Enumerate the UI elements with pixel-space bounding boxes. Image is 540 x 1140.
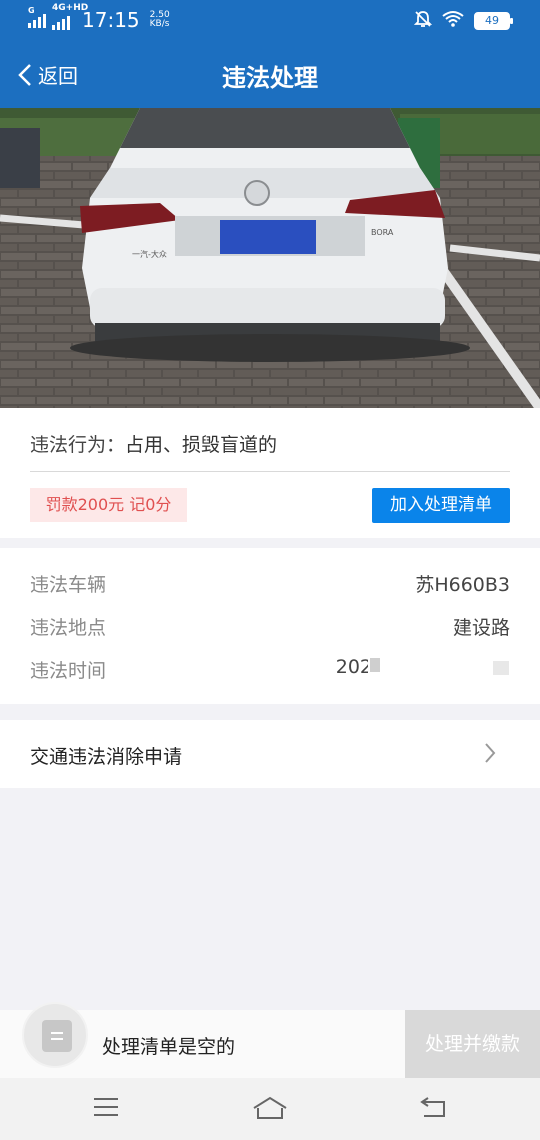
violation-behavior: 违法行为：占用、损毁盲道的 <box>30 434 278 456</box>
detail-row-vehicle: 违法车辆 苏H660B3 <box>30 574 510 596</box>
status-bar: G 4G+HD 17:15 2.50 KB/s 49 <box>0 0 540 40</box>
appeal-row[interactable]: 交通违法消除申请 <box>0 720 540 788</box>
cart-empty-text: 处理清单是空的 <box>102 1036 236 1058</box>
redaction-mark <box>493 661 509 675</box>
details-card: 违法车辆 苏H660B3 违法地点 建设路 违法时间 202 <box>0 548 540 704</box>
chevron-right-icon <box>485 743 496 763</box>
net-speed: 2.50 KB/s <box>149 10 170 29</box>
cart-bar: 处理清单是空的 处理并缴款 <box>0 1002 540 1078</box>
list-icon <box>42 1020 72 1052</box>
car-model-badge: BORA <box>371 228 394 237</box>
sim-label: G <box>28 6 35 15</box>
fine-badge: 罚款200元 记0分 <box>30 488 187 522</box>
nav-bar: 返回 违法处理 <box>0 40 540 108</box>
detail-row-location: 违法地点 建设路 <box>30 617 510 639</box>
signal-icon: G <box>28 6 46 28</box>
redaction-mark <box>370 658 380 672</box>
wifi-icon <box>442 10 464 32</box>
car-brand-badge: 一汽-大众 <box>132 250 167 259</box>
network-icon: 4G+HD <box>52 4 88 30</box>
divider <box>30 471 510 472</box>
violation-card: 违法行为：占用、损毁盲道的 罚款200元 记0分 加入处理清单 <box>0 408 540 538</box>
page-title: 违法处理 <box>222 64 318 92</box>
cart-button[interactable] <box>22 1002 88 1068</box>
back-nav-icon[interactable] <box>418 1096 450 1120</box>
home-icon[interactable] <box>252 1096 288 1120</box>
detail-row-time: 违法时间 202 <box>30 656 372 682</box>
add-to-list-button[interactable]: 加入处理清单 <box>372 488 510 523</box>
mute-bell-icon <box>413 10 433 32</box>
violation-photo[interactable]: BORA 一汽-大众 <box>0 108 540 408</box>
menu-icon[interactable] <box>92 1096 120 1118</box>
process-pay-button[interactable]: 处理并缴款 <box>405 1010 540 1078</box>
clock: 17:15 <box>82 8 140 32</box>
appeal-label: 交通违法消除申请 <box>30 746 183 768</box>
battery-icon: 49 <box>474 12 513 30</box>
system-nav-bar <box>0 1078 540 1140</box>
